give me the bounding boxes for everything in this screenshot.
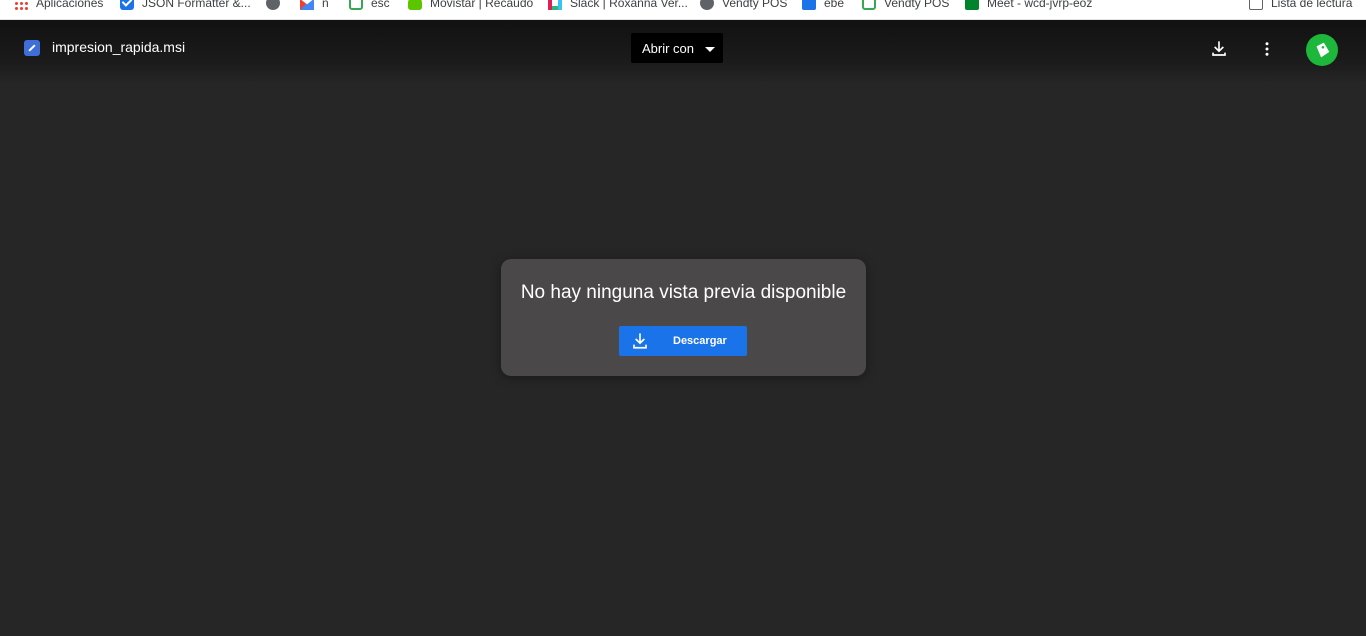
- reading-list-icon: [1249, 0, 1263, 10]
- meet-icon: [965, 0, 979, 10]
- open-with-label: Abrir con: [642, 40, 695, 56]
- bookmark-esc[interactable]: esc: [349, 0, 390, 12]
- drive-preview-page: Aplicaciones JSON Formatter &... n esc M…: [0, 0, 1366, 636]
- bookmarks-bar: Aplicaciones JSON Formatter &... n esc M…: [0, 0, 1366, 20]
- movistar-icon: [408, 0, 422, 10]
- bookmark-green-icon: [862, 0, 876, 10]
- bookmark-label: Vendty POS: [884, 0, 950, 10]
- bookmark-label: ebe: [824, 0, 845, 10]
- file-type-icon: [24, 40, 40, 56]
- bookmark-label: JSON Formatter &...: [142, 0, 251, 10]
- bookmark-meet[interactable]: Meet - wcd-jvrp-eoz: [965, 0, 1092, 12]
- bookmark-label: esc: [371, 0, 390, 10]
- bookmark-movistar[interactable]: Movistar | Recaudo: [408, 0, 533, 12]
- viewer-header: impresion_rapida.msi Abrir con: [0, 20, 1366, 84]
- download-file-button[interactable]: Descargar: [619, 326, 747, 356]
- download-icon: [1212, 41, 1226, 56]
- bookmark-label: Aplicaciones: [36, 0, 104, 10]
- more-options-button[interactable]: [1252, 34, 1282, 64]
- shopping-bag-icon: [1316, 42, 1330, 58]
- file-name: impresion_rapida.msi: [52, 39, 186, 55]
- json-formatter-icon: [120, 0, 134, 10]
- download-icon: [633, 333, 647, 349]
- bookmark-label: Movistar | Recaudo: [430, 0, 534, 10]
- globe-icon: [700, 0, 714, 10]
- reading-list[interactable]: Lista de lectura: [1249, 0, 1352, 12]
- more-vert-icon: [1265, 42, 1269, 56]
- caret-down-icon: [705, 47, 715, 52]
- download-button[interactable]: [1204, 34, 1234, 64]
- bookmark-label: Meet - wcd-jvrp-eoz: [987, 0, 1093, 10]
- bookmark-vendty-pos[interactable]: Vendty POS: [700, 0, 787, 12]
- building-icon: [802, 0, 816, 10]
- open-with-button[interactable]: Abrir con: [631, 33, 723, 63]
- bookmark-vendty-pos-2[interactable]: Vendty POS: [862, 0, 949, 12]
- apps-grid-icon: [14, 0, 28, 10]
- gmail-icon: [300, 0, 314, 10]
- download-label: Descargar: [673, 335, 727, 347]
- avatar[interactable]: [1306, 34, 1338, 66]
- globe-icon: [266, 0, 280, 10]
- no-preview-card: No hay ninguna vista previa disponible D…: [501, 259, 866, 376]
- bookmark-json-formatter[interactable]: JSON Formatter &...: [120, 0, 251, 12]
- bookmark-apps[interactable]: Aplicaciones: [14, 0, 103, 12]
- bookmark-slack[interactable]: Slack | Roxanna Ver...: [548, 0, 688, 12]
- bookmark-globe[interactable]: [266, 0, 288, 12]
- bookmark-label: Vendty POS: [722, 0, 788, 10]
- slack-icon: [548, 0, 562, 10]
- bookmark-green-icon: [349, 0, 363, 10]
- bookmark-label: n: [322, 0, 329, 10]
- no-preview-message: No hay ninguna vista previa disponible: [520, 282, 847, 303]
- bookmark-gmail[interactable]: n: [300, 0, 329, 12]
- reading-list-label: Lista de lectura: [1271, 0, 1353, 10]
- bookmark-label: Slack | Roxanna Ver...: [570, 0, 688, 10]
- bookmark-ebe[interactable]: ebe: [802, 0, 844, 12]
